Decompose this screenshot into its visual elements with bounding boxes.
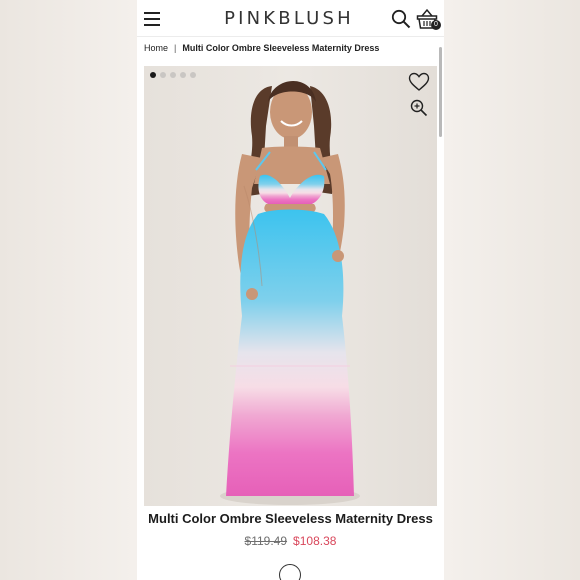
slide-dot[interactable] — [150, 72, 156, 78]
mobile-page: PINKBLUSH 0 Home | Multi Color Ombre Sleev… — [137, 0, 444, 580]
breadcrumb-home-link[interactable]: Home — [144, 43, 168, 53]
product-image[interactable] — [144, 66, 437, 506]
site-header: PINKBLUSH 0 — [137, 0, 444, 37]
color-swatch[interactable] — [279, 564, 301, 580]
sale-price: $108.38 — [293, 534, 337, 548]
breadcrumb-current: Multi Color Ombre Sleeveless Maternity D… — [182, 43, 380, 53]
slide-indicators — [150, 72, 196, 78]
product-photo — [144, 66, 437, 506]
brand-logo[interactable]: PINKBLUSH — [211, 8, 367, 29]
price-block: $119.49 $108.38 — [137, 534, 444, 548]
original-price: $119.49 — [244, 534, 288, 548]
cart-count-badge: 0 — [431, 20, 441, 30]
slide-dot[interactable] — [160, 72, 166, 78]
page-scrollbar[interactable] — [439, 47, 442, 137]
slide-dot[interactable] — [180, 72, 186, 78]
background-right — [444, 0, 580, 580]
background-left — [0, 0, 137, 580]
breadcrumb-separator: | — [174, 43, 177, 53]
heart-icon[interactable] — [408, 72, 430, 92]
search-icon[interactable] — [391, 9, 411, 29]
breadcrumb: Home | Multi Color Ombre Sleeveless Matern… — [144, 43, 379, 55]
hamburger-icon[interactable] — [144, 12, 160, 26]
slide-dot[interactable] — [170, 72, 176, 78]
slide-dot[interactable] — [190, 72, 196, 78]
zoom-in-icon[interactable] — [410, 99, 428, 117]
product-title: Multi Color Ombre Sleeveless Maternity D… — [148, 511, 433, 526]
